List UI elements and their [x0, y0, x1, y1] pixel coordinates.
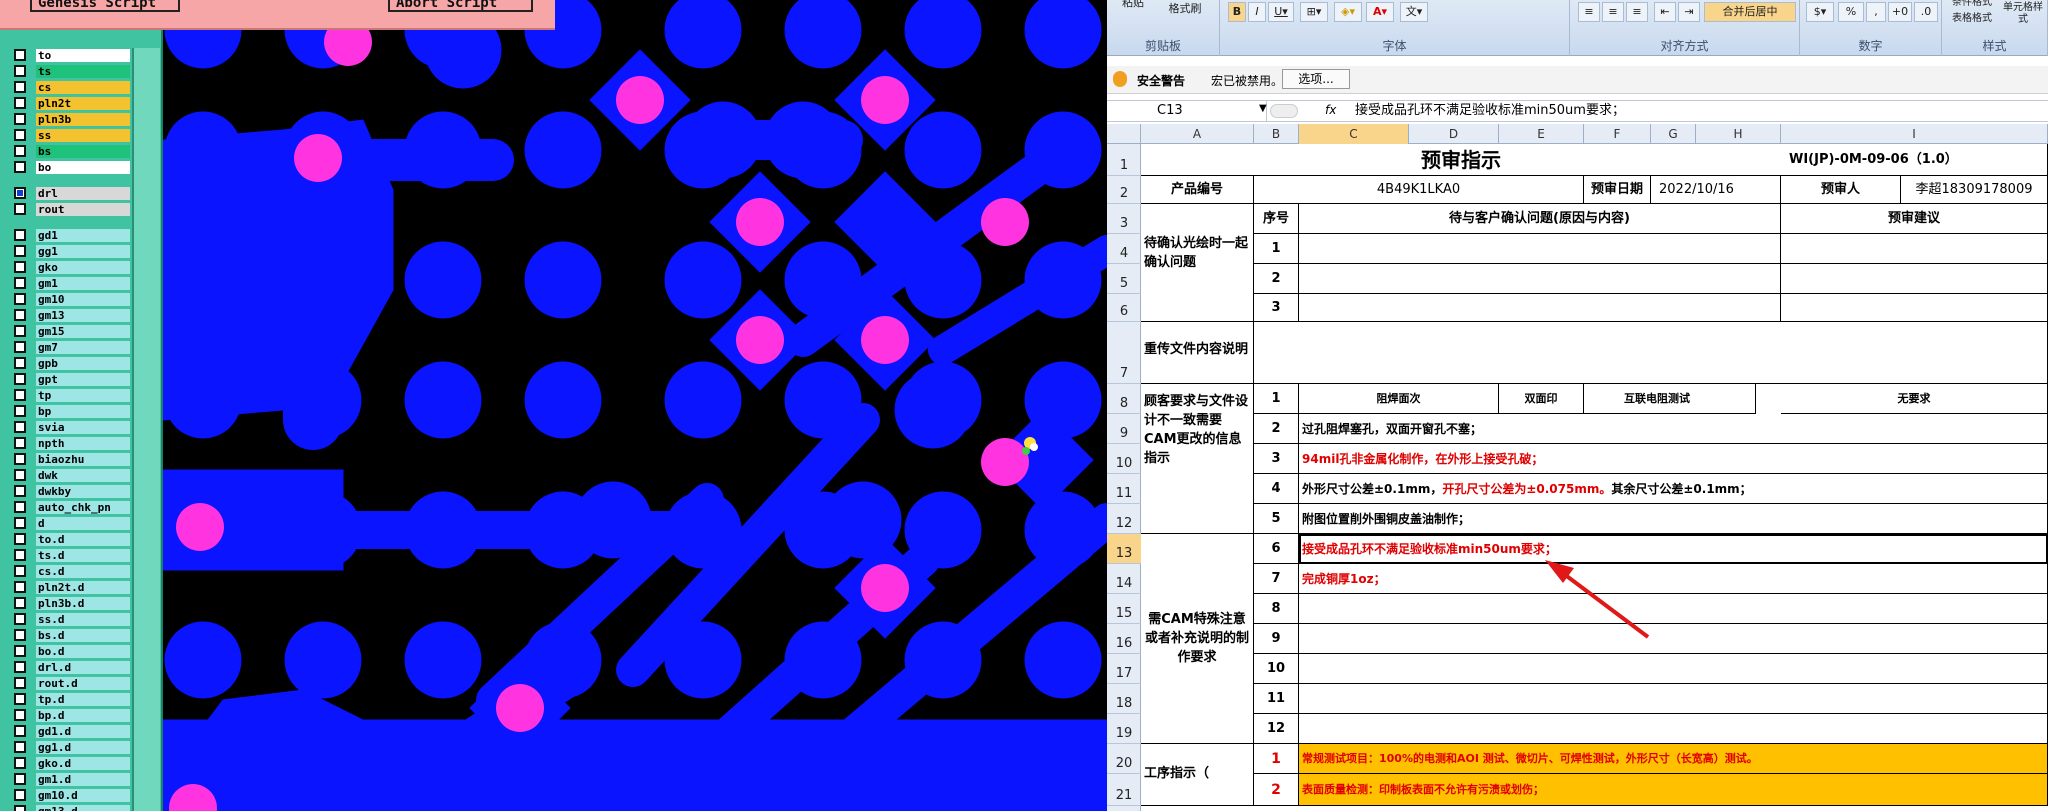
annotation-arrow: [1545, 560, 1650, 639]
screen: Genesis Script Abort Script to ts cs pln2t p…: [0, 0, 2048, 811]
